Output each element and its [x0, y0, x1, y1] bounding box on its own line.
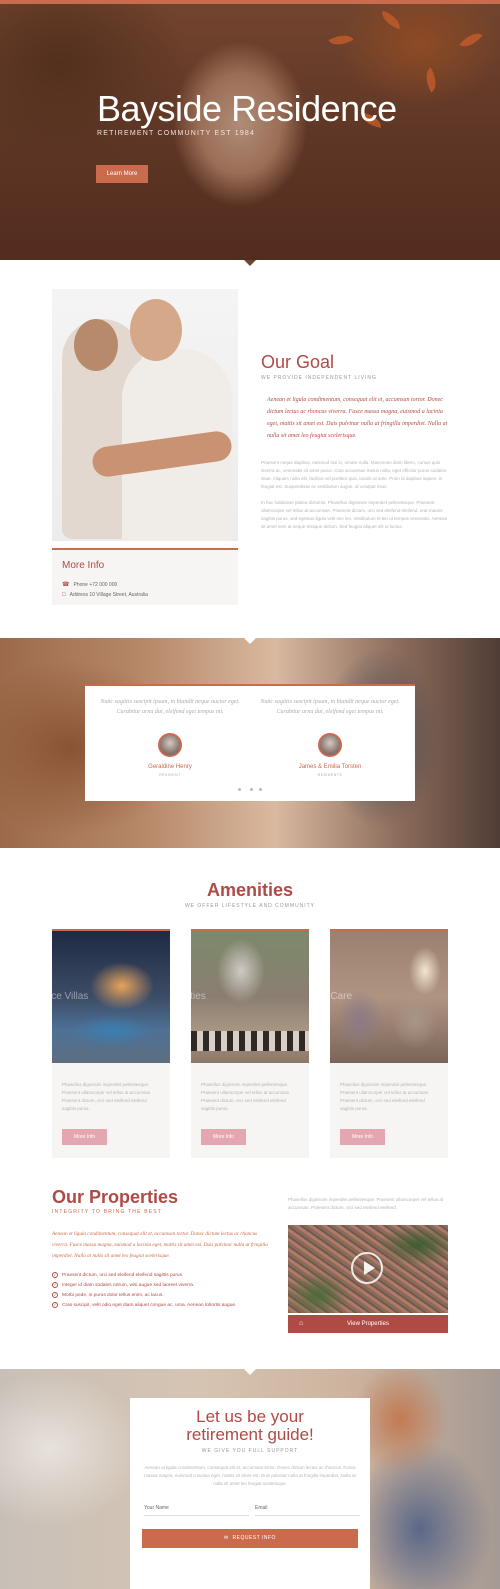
section-notch [244, 260, 256, 266]
couple-photo [52, 289, 238, 541]
play-icon[interactable] [351, 1252, 383, 1284]
list-item: ✓ Morbi pede, in purus dolor tellus enim,… [52, 1292, 164, 1298]
email-field[interactable]: Email [255, 1502, 360, 1516]
amenity-text: Phasellus dignissim imperdiet pellentesq… [340, 1082, 430, 1111]
amenity-card: vities Phasellus dignissim imperdiet pel… [191, 929, 309, 1158]
amenity-card: vice Villas Phasellus dignissim imperdie… [52, 929, 170, 1158]
properties-title: Our Properties [52, 1187, 179, 1207]
testimonial-quote: Nunc sagittis suscipit ipsum, in blandit… [260, 699, 400, 715]
phone-text: Phone +72 000 000 [73, 581, 118, 588]
contact-title: Let us be your retirement guide! [186, 1407, 314, 1444]
amenity-image-label: vice Villas [52, 991, 89, 1002]
more-info-card: More Info ☎ Phone +72 000 000 □ Address … [52, 548, 238, 605]
amenity-card: e Care Phasellus dignissim imperdiet pel… [330, 929, 448, 1158]
view-properties-button[interactable]: ⌂ View Properties [288, 1315, 448, 1333]
testimonials-card: Nunc sagittis suscipit ipsum, in blandit… [85, 684, 415, 801]
properties-subtitle: INTEGRITY TO BRING THE BEST [52, 1209, 163, 1215]
more-info-title: More Info [62, 560, 105, 571]
contact-text: Aenean et ligula condimentum, consequat … [144, 1465, 356, 1486]
testimonial-name: James & Emilia Torsten [298, 764, 362, 770]
carousel-dot[interactable] [250, 788, 253, 791]
more-info-button[interactable]: More Info [340, 1129, 385, 1145]
aerial-video-thumbnail[interactable] [288, 1225, 448, 1313]
name-field[interactable]: Your Name [144, 1502, 249, 1516]
list-item: ✓ Praesent dictum, orci sed eleifend elei… [52, 1272, 184, 1278]
hero-section: Bayside Residence RETIREMENT COMMUNITY E… [0, 4, 500, 260]
home-icon: ⌂ [299, 1320, 304, 1327]
check-icon: ✓ [52, 1302, 58, 1308]
phone-row: ☎ Phone +72 000 000 [62, 581, 118, 589]
building-icon: □ [62, 592, 66, 598]
avatar [318, 733, 342, 757]
phone-icon: ☎ [62, 582, 70, 588]
goal-title: Our Goal [261, 352, 335, 372]
avatar [158, 733, 182, 757]
amenity-text: Phasellus dignissim imperdiet pellentesq… [201, 1082, 291, 1111]
hero-title: Bayside Residence [97, 88, 397, 129]
amenity-image: vities [191, 931, 309, 1063]
amenity-image: vice Villas [52, 931, 170, 1063]
check-icon: ✓ [52, 1282, 58, 1288]
request-info-button[interactable]: ✉ REQUEST INFO [142, 1529, 358, 1548]
learn-more-button[interactable]: Learn More [96, 165, 148, 183]
list-item: ✓ Cras suscipit, velit odio eget diam ali… [52, 1302, 237, 1308]
goal-subtitle: WE PROVIDE INDEPENDENT LIVING [261, 375, 377, 381]
amenity-image: e Care [330, 931, 448, 1063]
address-text: Address 10 Village Street, Australia [69, 592, 148, 598]
contact-card: Let us be your retirement guide! WE GIVE… [130, 1398, 370, 1589]
testimonial-quote: Nunc sagittis suscipit ipsum, in blandit… [100, 699, 240, 715]
list-item: ✓ Integer id diam sodales rutrum, wisi au… [52, 1282, 195, 1288]
check-icon: ✓ [52, 1292, 58, 1298]
check-icon: ✓ [52, 1272, 58, 1278]
goal-paragraph: In hac habitasse platea dictumst. Phasel… [261, 500, 448, 529]
amenity-image-label: e Care [330, 991, 353, 1002]
amenities-title: Amenities [206, 880, 294, 900]
amenities-subtitle: WE OFFER LIFESTYLE AND COMMUNITY [184, 903, 316, 909]
hero-tagline: RETIREMENT COMMUNITY EST 1984 [97, 130, 256, 137]
carousel-dot[interactable] [238, 788, 241, 791]
testimonial-role: RESIDENTS [317, 773, 343, 777]
properties-quote: Aenean et ligula condimentum, consequat … [52, 1231, 268, 1259]
more-info-button[interactable]: More Info [62, 1129, 107, 1145]
section-notch [244, 1369, 256, 1375]
address-row: □ Address 10 Village Street, Australia [62, 592, 148, 598]
contact-subtitle: WE GIVE YOU FULL SUPPORT [201, 1448, 299, 1454]
properties-description: Phasellus dignissim imperdiet pellentesq… [288, 1197, 444, 1210]
carousel-dot[interactable] [259, 788, 262, 791]
goal-quote: Aenean et ligula condimentum, consequat … [267, 397, 448, 439]
more-info-button[interactable]: More Info [201, 1129, 246, 1145]
envelope-icon: ✉ [224, 1535, 229, 1541]
view-properties-label: View Properties [347, 1321, 389, 1327]
goal-paragraph: Praesent neque dapibus, euismod nisi in,… [261, 460, 447, 489]
testimonial-name: Geraldine Henry [148, 764, 192, 770]
testimonial-role: RESIDENT [159, 773, 181, 777]
amenity-image-label: vities [191, 991, 206, 1002]
section-notch [244, 638, 256, 644]
amenity-text: Phasellus dignissim imperdiet pellentesq… [62, 1082, 152, 1111]
